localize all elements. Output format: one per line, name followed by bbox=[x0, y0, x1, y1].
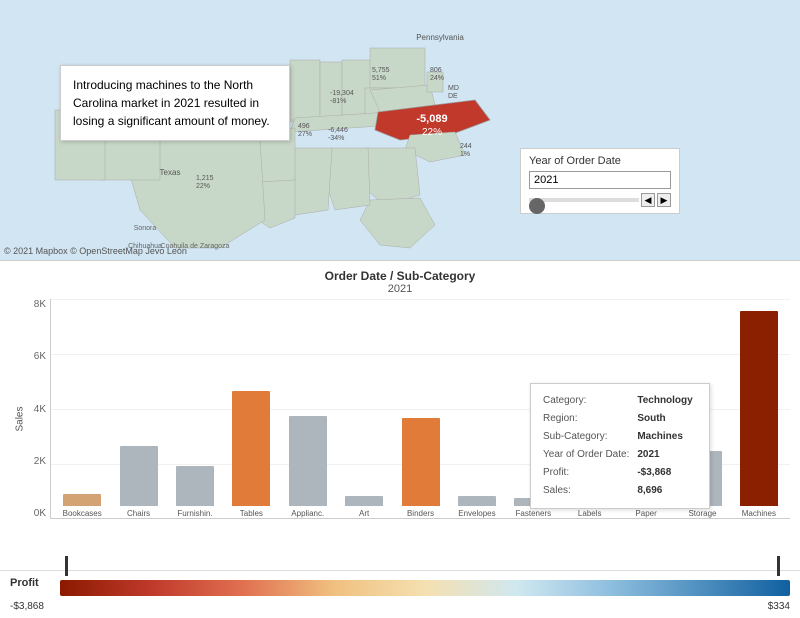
map-attribution: © 2021 Mapbox © OpenStreetMap Jevo León bbox=[4, 246, 187, 256]
map-section: Colorado Kansas Missouri Pennsylvania Te… bbox=[0, 0, 800, 260]
profit-values: -$3,868 $334 bbox=[0, 601, 800, 612]
svg-text:-81%: -81% bbox=[330, 98, 346, 105]
svg-text:-6,446: -6,446 bbox=[328, 127, 348, 134]
svg-text:Pennsylvania: Pennsylvania bbox=[416, 33, 464, 42]
bar-4[interactable] bbox=[289, 416, 327, 506]
svg-text:5,755: 5,755 bbox=[372, 67, 390, 74]
svg-text:24%: 24% bbox=[430, 75, 444, 82]
profit-indicator-high bbox=[777, 556, 780, 576]
profit-indicator-low bbox=[65, 556, 68, 576]
bar-label-0: Bookcases bbox=[63, 509, 102, 518]
chart-section: Order Date / Sub-Category 2021 Sales 8K … bbox=[0, 260, 800, 570]
bar-label-4: Applianc. bbox=[291, 509, 324, 518]
bar-7[interactable] bbox=[458, 496, 496, 506]
bar-5[interactable] bbox=[345, 496, 383, 506]
svg-text:27%: 27% bbox=[298, 131, 312, 138]
chart-subtitle: 2021 bbox=[0, 283, 800, 295]
profit-section: Profit -$3,868 $334 bbox=[0, 570, 800, 618]
bar-group-chairs[interactable]: Chairs bbox=[111, 299, 165, 518]
tooltip-profit-label: Profit: bbox=[541, 464, 635, 482]
bar-12[interactable] bbox=[740, 311, 778, 506]
tooltip-subcategory-label: Sub-Category: bbox=[541, 428, 635, 446]
year-nav-next[interactable]: ▶ bbox=[657, 193, 671, 207]
profit-max: $334 bbox=[768, 601, 790, 612]
chart-area: Sales 8K 6K 4K 2K 0K BookcasesChairsFurn… bbox=[0, 299, 800, 539]
svg-text:806: 806 bbox=[430, 67, 442, 74]
tooltip-sales-value: 8,696 bbox=[635, 482, 694, 500]
bar-label-12: Machines bbox=[742, 509, 776, 518]
y-axis: 8K 6K 4K 2K 0K bbox=[10, 299, 50, 519]
bar-label-8: Fasteners bbox=[516, 509, 552, 518]
tooltip-sales-label: Sales: bbox=[541, 482, 635, 500]
year-nav-prev[interactable]: ◀ bbox=[641, 193, 655, 207]
bar-group-furnishin[interactable]: Furnishin. bbox=[168, 299, 222, 518]
bar-group-machines[interactable]: Machines bbox=[732, 299, 786, 518]
svg-text:DE: DE bbox=[448, 93, 458, 100]
bar-label-3: Tables bbox=[240, 509, 263, 518]
svg-text:22%: 22% bbox=[196, 183, 210, 190]
map-tooltip: Introducing machines to the North Caroli… bbox=[60, 65, 290, 141]
tooltip-region-value: South bbox=[635, 410, 694, 428]
tooltip-region-label: Region: bbox=[541, 410, 635, 428]
bar-label-11: Storage bbox=[688, 509, 716, 518]
bar-label-10: Paper bbox=[635, 509, 656, 518]
bar-label-5: Art bbox=[359, 509, 369, 518]
bar-2[interactable] bbox=[176, 466, 214, 506]
profit-label: Profit bbox=[10, 577, 39, 589]
bar-label-7: Envelopes bbox=[458, 509, 495, 518]
svg-text:244: 244 bbox=[460, 143, 472, 150]
svg-text:22%: 22% bbox=[422, 127, 442, 138]
year-slider-bar[interactable] bbox=[529, 198, 639, 202]
bar-label-1: Chairs bbox=[127, 509, 150, 518]
bar-group-bookcases[interactable]: Bookcases bbox=[55, 299, 109, 518]
tooltip-year-label: Year of Order Date: bbox=[541, 446, 635, 464]
year-slider-handle[interactable] bbox=[529, 198, 545, 214]
tooltip-profit-value: -$3,868 bbox=[635, 464, 694, 482]
tooltip-subcategory-value: Machines bbox=[635, 428, 694, 446]
map-tooltip-text: Introducing machines to the North Caroli… bbox=[73, 78, 270, 128]
svg-text:-34%: -34% bbox=[328, 135, 344, 142]
profit-min: -$3,868 bbox=[10, 601, 44, 612]
bar-group-art[interactable]: Art bbox=[337, 299, 391, 518]
svg-text:51%: 51% bbox=[372, 75, 386, 82]
tooltip-category-value: Technology bbox=[635, 392, 694, 410]
bar-group-envelopes[interactable]: Envelopes bbox=[450, 299, 504, 518]
chart-title: Order Date / Sub-Category bbox=[0, 269, 800, 283]
bar-label-2: Furnishin. bbox=[177, 509, 212, 518]
svg-text:1%: 1% bbox=[460, 151, 470, 158]
bar-group-binders[interactable]: Binders bbox=[393, 299, 447, 518]
profit-gradient-bar bbox=[60, 580, 790, 596]
bar-label-9: Labels bbox=[578, 509, 602, 518]
tooltip-category-label: Category: bbox=[541, 392, 635, 410]
svg-text:-5,089: -5,089 bbox=[416, 113, 447, 125]
bar-3[interactable] bbox=[232, 391, 270, 506]
bar-group-applianc[interactable]: Applianc. bbox=[281, 299, 335, 518]
bar-label-6: Binders bbox=[407, 509, 434, 518]
year-filter-input[interactable] bbox=[529, 171, 671, 189]
chart-tooltip: Category: Technology Region: South Sub-C… bbox=[530, 383, 710, 509]
svg-text:MD: MD bbox=[448, 85, 459, 92]
year-filter[interactable]: Year of Order Date ◀ ▶ bbox=[520, 148, 680, 214]
tooltip-year-value: 2021 bbox=[635, 446, 694, 464]
bar-1[interactable] bbox=[120, 446, 158, 506]
svg-text:Sonora: Sonora bbox=[134, 225, 157, 232]
svg-text:1,215: 1,215 bbox=[196, 175, 214, 182]
svg-text:Texas: Texas bbox=[160, 168, 181, 177]
bar-0[interactable] bbox=[63, 494, 101, 506]
year-filter-label: Year of Order Date bbox=[529, 155, 671, 167]
bar-6[interactable] bbox=[402, 418, 440, 506]
svg-text:496: 496 bbox=[298, 123, 310, 130]
bar-group-tables[interactable]: Tables bbox=[224, 299, 278, 518]
svg-text:-19,304: -19,304 bbox=[330, 90, 354, 97]
